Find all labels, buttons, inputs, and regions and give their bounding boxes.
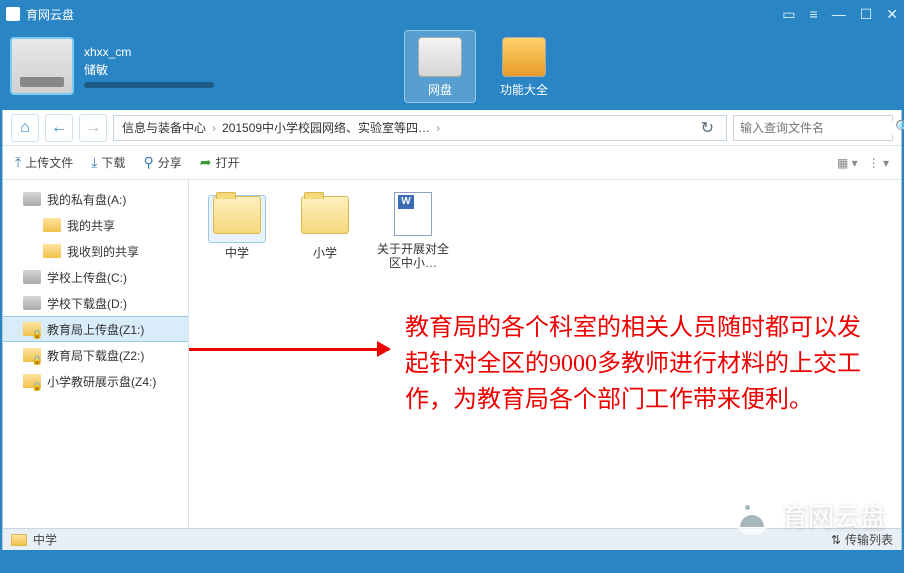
open-button[interactable]: ➦打开 [200, 154, 240, 171]
skin-icon[interactable]: ▭ [782, 6, 795, 23]
sidebar: 我的私有盘(A:) 我的共享 我收到的共享 学校上传盘(C:) 学校下载盘(D:… [3, 180, 189, 528]
header: xhxx_cm 储敏 网盘 功能大全 [0, 28, 904, 110]
upload-button[interactable]: ⤒上传文件 [15, 154, 73, 171]
content-pane: 中学 小学 关于开展对全区中小… 教育局的各个科室的相关人员随时都可以发起针对全… [189, 180, 901, 528]
chevron-right-icon: › [436, 121, 440, 135]
tab-tools[interactable]: 功能大全 [488, 31, 560, 102]
word-doc-icon [394, 192, 432, 236]
folder-icon [301, 196, 349, 234]
status-path: 中学 [33, 531, 57, 548]
file-item-folder[interactable]: 小学 [289, 192, 361, 271]
toolbar: ⤒上传文件 ⤓下载 ⚲分享 ➦打开 ▦ ▾ ⋮ ▾ [3, 146, 901, 180]
maximize-icon[interactable]: ☐ [860, 6, 873, 23]
window-controls: ▭ ≡ — ☐ ✕ [782, 6, 898, 23]
sidebar-item-school-upload[interactable]: 学校上传盘(C:) [3, 264, 188, 290]
drive-icon [23, 192, 41, 206]
file-label: 小学 [289, 246, 361, 260]
share-icon: ⚲ [143, 154, 153, 171]
view-controls: ▦ ▾ ⋮ ▾ [837, 156, 889, 170]
app-logo-icon [6, 7, 20, 21]
sidebar-item-edu-upload[interactable]: 教育局上传盘(Z1:) [3, 316, 188, 342]
menu-icon[interactable]: ≡ [810, 6, 818, 22]
file-item-folder[interactable]: 中学 [201, 192, 273, 271]
search-box[interactable]: 🔍 [733, 115, 893, 141]
view-more-icon[interactable]: ⋮ ▾ [868, 156, 889, 170]
app-frame: ⌂ ← → 信息与装备中心 › 201509中小学校园网络、实验室等四… › ↻… [2, 110, 902, 550]
close-icon[interactable]: ✕ [886, 6, 898, 23]
file-item-doc[interactable]: 关于开展对全区中小… [377, 192, 449, 271]
file-label: 关于开展对全区中小… [377, 242, 449, 271]
open-icon: ➦ [200, 154, 212, 171]
user-sub: 储敏 [84, 61, 214, 78]
back-button[interactable]: ← [45, 114, 73, 142]
file-grid: 中学 小学 关于开展对全区中小… [201, 192, 889, 271]
search-icon[interactable]: 🔍 [895, 119, 904, 136]
file-label: 中学 [201, 246, 273, 260]
annotation-arrow [189, 348, 389, 351]
disk-icon [418, 37, 462, 77]
sidebar-item-edu-download[interactable]: 教育局下载盘(Z2:) [3, 342, 188, 368]
user-name: xhxx_cm [84, 45, 214, 59]
watermark-text: 育网云盘 [782, 497, 886, 534]
search-input[interactable] [740, 121, 895, 135]
folder-icon [43, 218, 61, 232]
sidebar-item-primary-research[interactable]: 小学教研展示盘(Z4:) [3, 368, 188, 394]
body: 我的私有盘(A:) 我的共享 我收到的共享 学校上传盘(C:) 学校下载盘(D:… [3, 180, 901, 528]
watermark: 育网云盘 [732, 495, 886, 535]
annotation-text: 教育局的各个科室的相关人员随时都可以发起针对全区的9000多教师进行材料的上交工… [405, 310, 875, 418]
home-button[interactable]: ⌂ [11, 114, 39, 142]
folder-icon [43, 244, 61, 258]
tab-tools-label: 功能大全 [500, 83, 548, 97]
minimize-icon[interactable]: — [832, 6, 846, 22]
sidebar-item-private[interactable]: 我的私有盘(A:) [3, 186, 188, 212]
wechat-icon [732, 495, 772, 535]
download-button[interactable]: ⤓下载 [91, 154, 125, 171]
sidebar-item-received[interactable]: 我收到的共享 [3, 238, 188, 264]
tools-icon [502, 37, 546, 77]
header-tabs: 网盘 功能大全 [404, 28, 560, 104]
chevron-right-icon: › [212, 121, 216, 135]
window-title: 育网云盘 [26, 6, 74, 23]
breadcrumb[interactable]: 信息与装备中心 › 201509中小学校园网络、实验室等四… › ↻ [113, 115, 727, 141]
drive-icon [23, 296, 41, 310]
folder-icon [213, 196, 261, 234]
tab-disk-label: 网盘 [428, 83, 452, 97]
breadcrumb-seg1[interactable]: 信息与装备中心 [122, 119, 206, 136]
title-bar: 育网云盘 ▭ ≡ — ☐ ✕ [0, 0, 904, 28]
download-icon: ⤓ [91, 154, 97, 171]
upload-icon: ⤒ [15, 154, 21, 171]
folder-icon [11, 534, 27, 546]
forward-button[interactable]: → [79, 114, 107, 142]
user-box: xhxx_cm 储敏 [10, 28, 214, 104]
breadcrumb-seg2[interactable]: 201509中小学校园网络、实验室等四… [222, 119, 430, 136]
tab-disk[interactable]: 网盘 [404, 30, 476, 103]
drive-icon [23, 270, 41, 284]
nav-bar: ⌂ ← → 信息与装备中心 › 201509中小学校园网络、实验室等四… › ↻… [3, 110, 901, 146]
locked-folder-icon [23, 322, 41, 336]
locked-folder-icon [23, 348, 41, 362]
storage-bar [84, 82, 214, 88]
sidebar-item-myshare[interactable]: 我的共享 [3, 212, 188, 238]
avatar-drive-icon [10, 37, 74, 95]
locked-folder-icon [23, 374, 41, 388]
view-grid-icon[interactable]: ▦ ▾ [837, 156, 858, 170]
share-button[interactable]: ⚲分享 [143, 154, 181, 171]
sidebar-item-school-download[interactable]: 学校下载盘(D:) [3, 290, 188, 316]
refresh-button[interactable]: ↻ [697, 118, 718, 138]
